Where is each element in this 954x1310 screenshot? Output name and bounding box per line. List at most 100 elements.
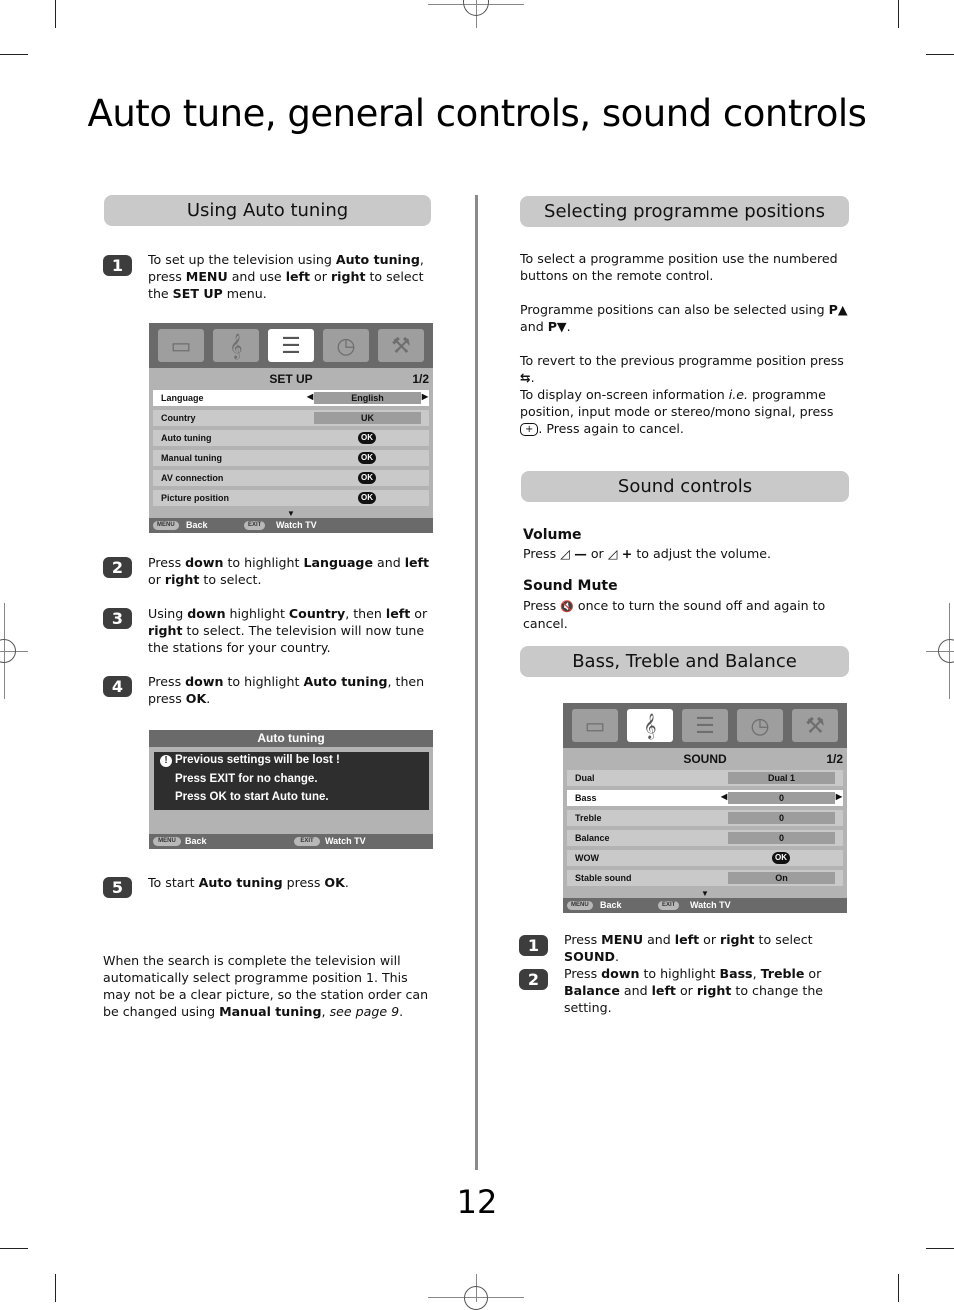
volume-text: Press ◿ — or ◿ + to adjust the volume. xyxy=(523,545,853,562)
setup-icon: ☰ xyxy=(268,329,314,362)
text: . xyxy=(399,1004,404,1019)
menu-row-label: Balance xyxy=(575,833,610,843)
feature-icon: ⚒ xyxy=(792,709,838,742)
text: To set up the television using xyxy=(148,252,336,267)
menu-row-value: On xyxy=(728,872,835,884)
sound-menu-screen: ▭ 𝄞 ☰ ◷ ⚒ SOUND 1/2 Dual Dual 1 Bass ◀ 0 ▶ Treble 0 Bal… xyxy=(563,703,847,913)
arrow-left-icon: ◀ xyxy=(307,392,314,401)
auto-tuning-dialog-screen: Auto tuning ! Previous settings will be … xyxy=(149,730,433,849)
menu-row: Language ◀ English ▶ xyxy=(153,390,429,406)
text: to highlight xyxy=(639,966,720,981)
menu-key: MENU xyxy=(153,521,179,530)
text: Press xyxy=(148,555,186,570)
text: or xyxy=(699,932,721,947)
p-down-key: P▼ xyxy=(547,319,567,334)
menu-row-value: Dual 1 xyxy=(728,772,835,784)
emphasis-text: left xyxy=(285,269,311,284)
text: Press xyxy=(564,966,602,981)
text: To display on-screen information xyxy=(520,387,729,402)
registration-mark xyxy=(0,639,16,663)
dialog-line: Press EXIT for no change. xyxy=(175,773,318,785)
step-badge: 5 xyxy=(103,877,132,898)
menu-page-indicator: 1/2 xyxy=(826,752,843,766)
text: To revert to the previous programme posi… xyxy=(520,353,844,368)
text: i.e. xyxy=(728,387,749,402)
menu-row: WOW OK xyxy=(567,850,843,866)
emphasis-text: right xyxy=(164,572,200,587)
emphasis-text: Balance xyxy=(564,983,620,998)
arrow-left-icon: ◀ xyxy=(721,792,728,801)
text: and use xyxy=(227,269,286,284)
setup-icon: ☰ xyxy=(682,709,728,742)
menu-row-label: Auto tuning xyxy=(161,433,212,443)
emphasis-text: left xyxy=(385,606,411,621)
volume-heading: Volume xyxy=(523,527,582,543)
mute-icon: 🔇 xyxy=(560,600,574,613)
arrow-right-icon: ▶ xyxy=(835,792,842,801)
text: see page 9 xyxy=(329,1004,400,1019)
ok-button-icon: OK xyxy=(358,492,376,504)
emphasis-text: down xyxy=(187,606,226,621)
volume-up-icon: ◿ + xyxy=(607,546,633,561)
page-number: 12 xyxy=(456,1183,498,1221)
menu-row: Dual Dual 1 xyxy=(567,770,843,786)
crop-mark xyxy=(898,1274,899,1302)
crop-mark xyxy=(0,1248,28,1249)
text: , xyxy=(752,966,761,981)
section-title-bass-treble-balance: Bass, Treble and Balance xyxy=(520,646,849,677)
menu-icon-bar: ▭ 𝄞 ☰ ◷ ⚒ xyxy=(149,323,433,368)
menu-row-label: Language xyxy=(161,393,204,403)
emphasis-text: MENU xyxy=(185,269,228,284)
sound-icon: 𝄞 xyxy=(627,709,673,742)
text: or xyxy=(804,966,822,981)
mute-text: Press 🔇 once to turn the sound off and a… xyxy=(523,597,853,632)
crop-mark xyxy=(55,0,56,28)
menu-title: SOUND xyxy=(683,752,727,766)
text: or xyxy=(675,983,697,998)
emphasis-text: OK xyxy=(324,875,345,890)
emphasis-text: down xyxy=(601,966,640,981)
dialog-footer: MENU Back EXIT Watch TV xyxy=(149,834,433,849)
text: press xyxy=(282,875,325,890)
menu-row-label: WOW xyxy=(575,853,599,863)
scroll-down-icon: ▼ xyxy=(701,889,709,898)
text: Press xyxy=(523,598,561,613)
info-key-icon: + xyxy=(520,423,539,436)
menu-header: SET UP 1/2 xyxy=(149,368,433,390)
menu-row-label: Treble xyxy=(575,813,602,823)
emphasis-text: right xyxy=(720,932,755,947)
text: to select. xyxy=(199,572,262,587)
menu-row-label: Dual xyxy=(575,773,595,783)
text: or xyxy=(410,606,428,621)
arrow-right-icon: ▶ xyxy=(421,392,428,401)
text: . xyxy=(530,370,535,385)
emphasis-text: Manual tuning xyxy=(219,1004,322,1019)
watch-tv-label: Watch TV xyxy=(325,836,366,846)
text: , then xyxy=(345,606,386,621)
dialog-title: Auto tuning xyxy=(149,730,433,747)
menu-row: Picture position OK xyxy=(153,490,429,506)
emphasis-text: Auto tuning xyxy=(335,252,420,267)
text: Press xyxy=(523,546,561,561)
picture-icon: ▭ xyxy=(158,329,204,362)
menu-key: MENU xyxy=(567,901,593,910)
programme-paragraph-2: Programme positions can also be selected… xyxy=(520,301,850,335)
text: and xyxy=(373,555,405,570)
back-label: Back xyxy=(186,520,208,530)
text: Programme positions can also be selected… xyxy=(520,302,829,317)
warning-icon: ! xyxy=(160,755,172,767)
text: to select. The television will now tune … xyxy=(148,623,425,655)
dialog-message-box: ! Previous settings will be lost ! Press… xyxy=(154,752,429,810)
closing-paragraph: When the search is complete the televisi… xyxy=(103,952,433,1020)
exit-key: EXIT xyxy=(658,901,680,910)
dialog-line: Press OK to start Auto tune. xyxy=(175,791,329,803)
menu-icon-bar: ▭ 𝄞 ☰ ◷ ⚒ xyxy=(563,703,847,748)
emphasis-text: Bass xyxy=(719,966,753,981)
text: highlight xyxy=(225,606,289,621)
crop-mark xyxy=(55,1274,56,1302)
text: . xyxy=(344,875,349,890)
text: to select xyxy=(754,932,813,947)
menu-row: Manual tuning OK xyxy=(153,450,429,466)
menu-row: Auto tuning OK xyxy=(153,430,429,446)
menu-row-value: English xyxy=(314,392,421,404)
